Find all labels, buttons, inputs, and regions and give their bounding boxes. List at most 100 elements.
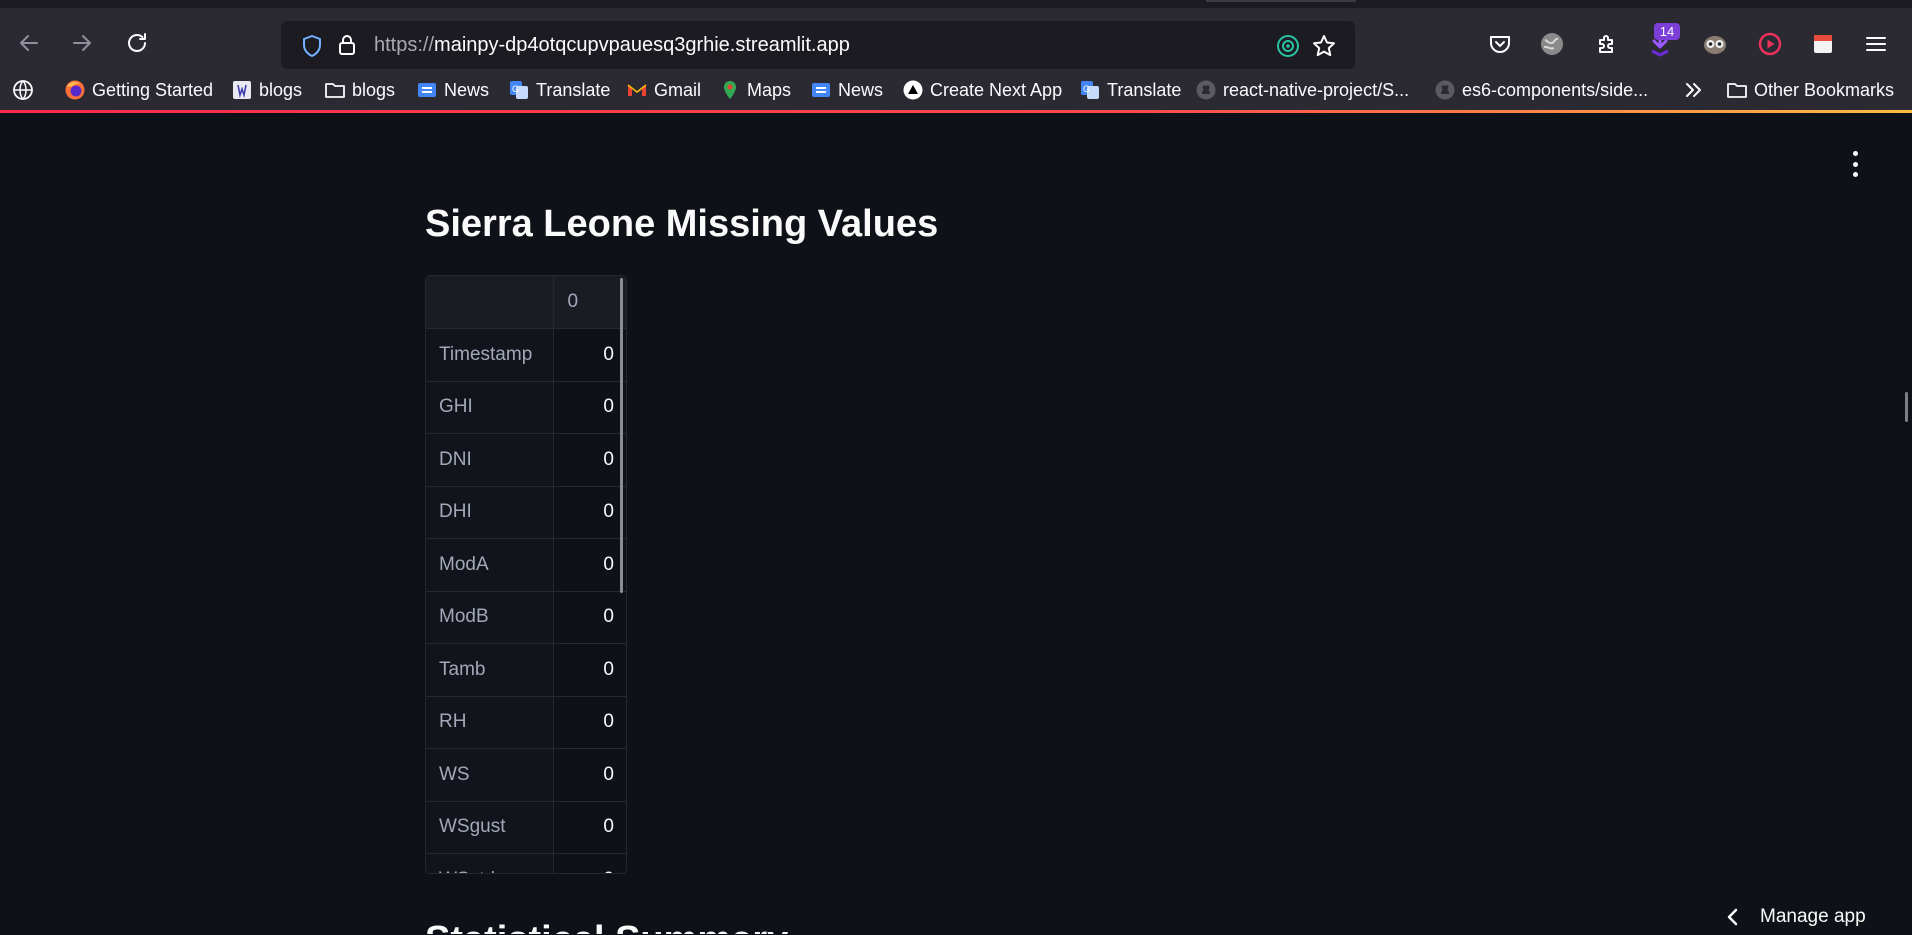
table-row[interactable]: RH 0 <box>426 696 626 749</box>
row-value: 0 <box>553 853 626 873</box>
url-scheme: https:// <box>374 34 435 56</box>
more-bookmarks-button[interactable] <box>1683 78 1705 102</box>
url-text[interactable]: https://mainpy-dp4otqcupvpauesq3grhie.st… <box>374 34 850 57</box>
manage-app-button[interactable]: Manage app <box>1726 899 1866 935</box>
row-label: ModA <box>426 538 554 592</box>
bookmark-star-icon[interactable] <box>1311 33 1337 59</box>
table-row[interactable]: ModA 0 <box>426 538 626 592</box>
back-arrow-icon <box>20 35 38 51</box>
dataframe-scrollbar[interactable] <box>620 278 623 593</box>
google-translate-icon: G <box>508 79 530 101</box>
header-row: 0 <box>426 276 626 329</box>
row-label: DHI <box>426 486 554 539</box>
calendar-extension-button[interactable] <box>1809 30 1837 58</box>
bookmark-create-next-app[interactable]: Create Next App <box>902 78 1062 102</box>
row-value: 0 <box>553 696 626 749</box>
row-value: 0 <box>553 538 626 592</box>
bookmark-news-1[interactable]: News <box>416 78 489 102</box>
table-row[interactable]: WS 0 <box>426 748 626 802</box>
bookmark-label: Translate <box>1107 79 1182 100</box>
page-title: Sierra Leone Missing Values <box>425 203 939 245</box>
bookmark-translate-2[interactable]: G Translate <box>1079 78 1181 102</box>
row-value: 0 <box>553 591 626 644</box>
row-label: Tamb <box>426 643 554 697</box>
extensions-button[interactable] <box>1593 30 1621 58</box>
forward-arrow-icon <box>73 35 91 51</box>
bookmark-label: Create Next App <box>930 79 1063 100</box>
bookmark-getting-started[interactable]: Getting Started <box>64 78 213 102</box>
google-translate-icon: G <box>1079 79 1101 101</box>
svg-text:G: G <box>1083 84 1090 94</box>
owl-icon <box>1704 36 1726 54</box>
table-row[interactable]: WSstdev0 <box>426 853 626 873</box>
bookmark-label: Translate <box>536 79 611 100</box>
dataframe-table: 0 Timestamp 0 GHI 0 DNI 0 DHI 0 ModA 0 ModB 0 Tamb 0 R… <box>426 276 626 873</box>
address-bar[interactable]: https://mainpy-dp4otqcupvpauesq3grhie.st… <box>281 21 1355 69</box>
account-button[interactable] <box>1538 30 1566 58</box>
page-scrollbar[interactable] <box>1905 392 1908 422</box>
pocket-button[interactable] <box>1486 30 1514 58</box>
row-value: 0 <box>553 433 626 487</box>
forward-button[interactable] <box>67 28 97 58</box>
bookmarks-globe[interactable] <box>12 78 34 102</box>
row-label: WS <box>426 748 554 802</box>
chevron-left-icon <box>1727 908 1738 926</box>
table-row[interactable]: Timestamp 0 <box>426 328 626 382</box>
table-row[interactable]: DNI 0 <box>426 433 626 487</box>
reload-button[interactable] <box>122 28 152 58</box>
browser-toolbar: https://mainpy-dp4otqcupvpauesq3grhie.st… <box>0 8 1912 70</box>
table-row[interactable]: Tamb 0 <box>426 643 626 697</box>
app-menu-button[interactable] <box>1862 30 1890 58</box>
bookmark-blogs-site[interactable]: blogs <box>231 78 302 102</box>
row-value: 0 <box>553 486 626 539</box>
bookmark-label: Getting Started <box>92 79 214 100</box>
pocket-icon <box>1490 36 1510 53</box>
row-label: ModB <box>426 591 554 644</box>
dot <box>1852 172 1858 177</box>
active-tab-indicator <box>1206 0 1356 2</box>
bookmark-label: es6-components/side... <box>1462 79 1649 100</box>
bookmark-blogs-folder[interactable]: blogs <box>324 78 395 102</box>
back-button[interactable] <box>14 28 44 58</box>
missing-values-dataframe[interactable]: 0 Timestamp 0 GHI 0 DNI 0 DHI 0 ModA 0 ModB 0 Tamb 0 R… <box>425 275 627 874</box>
bookmark-es6-components[interactable]: es6-components/side... <box>1434 78 1648 102</box>
streamlit-app: Sierra Leone Missing Values 0 Timestamp 0… <box>0 113 1912 934</box>
svg-text:G: G <box>512 84 519 94</box>
google-news-icon <box>810 79 832 101</box>
table-row[interactable]: ModB 0 <box>426 591 626 644</box>
gmail-icon <box>626 79 648 101</box>
main-menu-button[interactable] <box>1846 151 1864 177</box>
row-value: 0 <box>553 328 626 382</box>
folder-icon <box>324 79 346 101</box>
table-row[interactable]: GHI 0 <box>426 381 626 434</box>
tab-strip <box>0 0 1912 8</box>
table-row[interactable]: DHI 0 <box>426 486 626 539</box>
google-news-icon <box>416 79 438 101</box>
reader-view-icon[interactable] <box>1275 33 1301 59</box>
tracking-protection-shield-icon[interactable] <box>301 34 323 58</box>
bookmark-gmail[interactable]: Gmail <box>626 78 701 102</box>
globe-icon <box>12 79 34 101</box>
owl-extension-button[interactable] <box>1701 30 1729 58</box>
row-label: Timestamp <box>426 328 554 382</box>
firefox-icon <box>64 79 86 101</box>
row-label: GHI <box>426 381 554 434</box>
dot <box>1852 151 1858 156</box>
dot <box>1852 161 1858 167</box>
lock-icon[interactable] <box>336 33 358 57</box>
bookmark-translate-1[interactable]: G Translate <box>508 78 610 102</box>
bookmark-news-2[interactable]: News <box>810 78 883 102</box>
bookmark-react-native-project[interactable]: react-native-project/S... <box>1195 78 1409 102</box>
github-icon <box>1434 79 1456 101</box>
section-heading: Statistical Summary <box>425 919 788 934</box>
bookmark-maps[interactable]: Maps <box>719 78 791 102</box>
bookmarks-toolbar: Getting Started blogs blogs News G Trans… <box>0 70 1912 110</box>
extension-count-badge: 14 <box>1654 23 1680 40</box>
bookmark-label: Gmail <box>654 79 702 100</box>
column-header[interactable]: 0 <box>553 276 626 329</box>
other-bookmarks[interactable]: Other Bookmarks <box>1726 78 1894 102</box>
table-row[interactable]: WSgust 0 <box>426 801 626 854</box>
bookmark-label: News <box>838 79 884 100</box>
other-bookmarks-label: Other Bookmarks <box>1754 79 1895 100</box>
media-extension-button[interactable] <box>1756 30 1784 58</box>
